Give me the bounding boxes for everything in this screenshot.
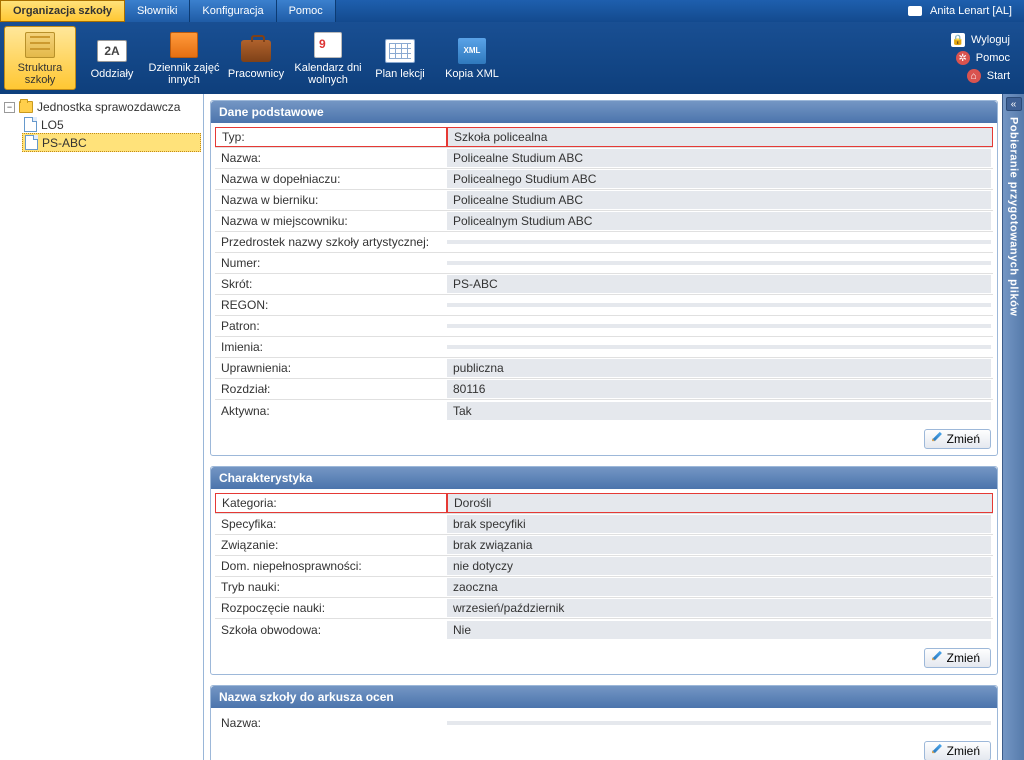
timetable-icon — [383, 36, 417, 66]
document-icon — [25, 135, 38, 150]
toolbar: Struktura szkoły 2A Oddziały Dziennik za… — [0, 22, 1024, 94]
tree-root[interactable]: − Jednostka sprawozdawcza — [2, 98, 201, 116]
edit-sheet-button[interactable]: Zmień — [924, 741, 991, 760]
edit-char-button[interactable]: Zmień — [924, 648, 991, 668]
pencil-icon — [928, 743, 945, 760]
link-logout[interactable]: 🔒Wyloguj — [951, 33, 1010, 47]
xml-icon: XML — [455, 36, 489, 66]
pencil-icon — [928, 650, 945, 667]
class-badge-icon: 2A — [95, 36, 129, 66]
link-help[interactable]: ✲Pomoc — [951, 51, 1010, 65]
lock-icon: 🔒 — [951, 33, 965, 47]
menu-tab-organization[interactable]: Organizacja szkoły — [0, 0, 125, 22]
tool-journal[interactable]: Dziennik zajęć innych — [148, 26, 220, 90]
link-start[interactable]: ⌂Start — [951, 69, 1010, 83]
edit-basic-button[interactable]: Zmień — [924, 429, 991, 449]
tree-node-psabc[interactable]: PS-ABC — [22, 133, 201, 152]
lifebuoy-icon: ✲ — [956, 51, 970, 65]
calendar-icon — [311, 30, 345, 60]
home-icon: ⌂ — [967, 69, 981, 83]
panel-sheet-header: Nazwa szkoły do arkusza ocen — [211, 686, 997, 708]
journal-icon — [167, 30, 201, 60]
tool-calendar[interactable]: Kalendarz dni wolnych — [292, 26, 364, 90]
panel-char-header: Charakterystyka — [211, 467, 997, 489]
panel-basic-data: Dane podstawowe Typ:Szkoła policealna Na… — [210, 100, 998, 456]
row-type: Typ:Szkoła policealna — [215, 127, 993, 148]
tree-node-lo5[interactable]: LO5 — [22, 116, 201, 133]
chat-icon[interactable] — [908, 6, 922, 16]
content-area: Dane podstawowe Typ:Szkoła policealna Na… — [204, 94, 1024, 760]
menu-tab-help[interactable]: Pomoc — [277, 0, 336, 22]
panel-characteristics: Charakterystyka Kategoria:Dorośli Specyf… — [210, 466, 998, 675]
expand-handle-icon[interactable]: « — [1006, 97, 1022, 111]
tool-divisions[interactable]: 2A Oddziały — [76, 26, 148, 90]
building-icon — [23, 30, 57, 60]
document-icon — [24, 117, 37, 132]
pencil-icon — [928, 431, 945, 448]
tool-timetable[interactable]: Plan lekcji — [364, 26, 436, 90]
panel-basic-header: Dane podstawowe — [211, 101, 997, 123]
tool-structure[interactable]: Struktura szkoły — [4, 26, 76, 90]
side-panel-label: Pobieranie przygotowanych plików — [1008, 117, 1020, 316]
row-name: Nazwa:Policealne Studium ABC — [215, 148, 993, 169]
panel-sheet-name: Nazwa szkoły do arkusza ocen Nazwa: Zmie… — [210, 685, 998, 760]
tool-xml-copy[interactable]: XML Kopia XML — [436, 26, 508, 90]
menu-tab-configuration[interactable]: Konfiguracja — [190, 0, 276, 22]
tree-panel: − Jednostka sprawozdawcza LO5 PS-ABC — [0, 94, 204, 760]
collapse-icon[interactable]: − — [4, 102, 15, 113]
folder-icon — [19, 101, 33, 113]
tree-root-label: Jednostka sprawozdawcza — [37, 100, 180, 114]
user-name-label: Anita Lenart [AL] — [930, 5, 1012, 17]
tool-employees[interactable]: Pracownicy — [220, 26, 292, 90]
side-panel-downloads[interactable]: « Pobieranie przygotowanych plików — [1002, 94, 1024, 760]
menu-bar: Organizacja szkoły Słowniki Konfiguracja… — [0, 0, 1024, 22]
menu-tab-dictionaries[interactable]: Słowniki — [125, 0, 190, 22]
briefcase-icon — [239, 36, 273, 66]
